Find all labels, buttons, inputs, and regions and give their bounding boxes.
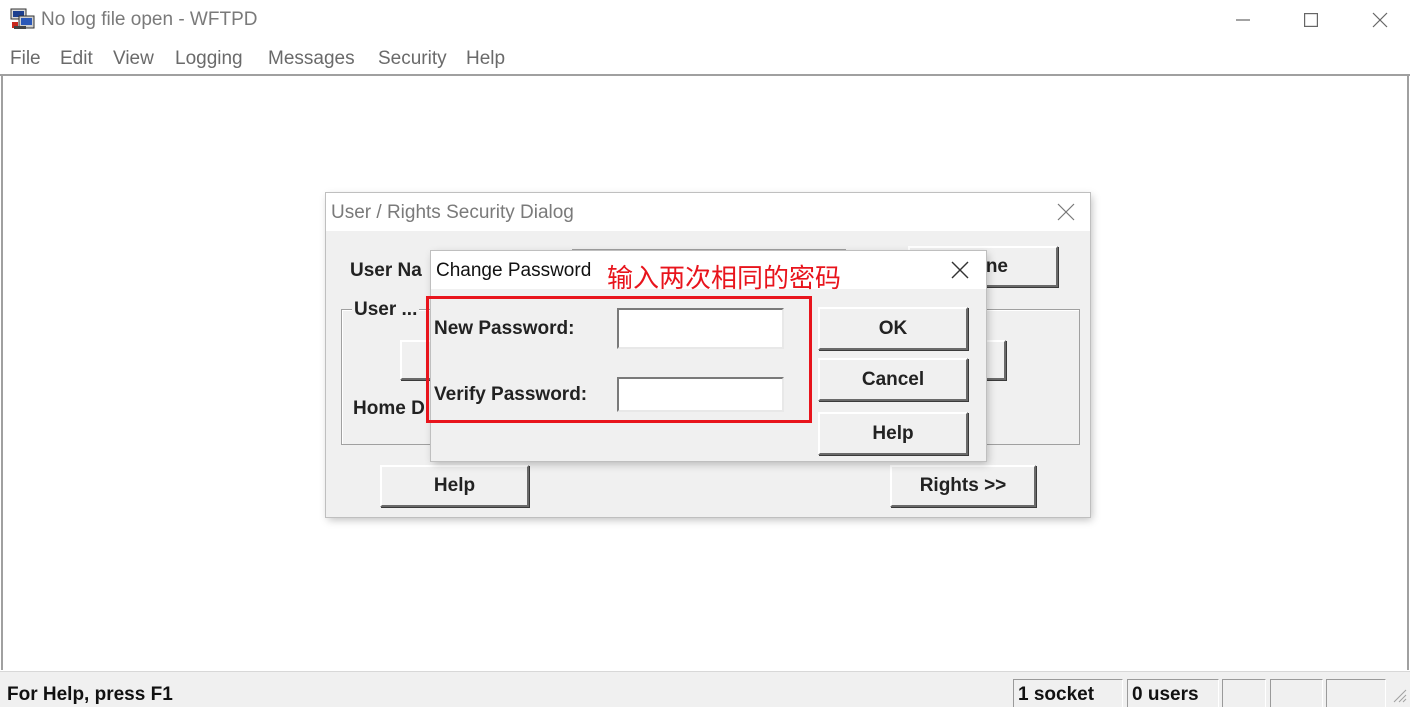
security-help-button-label: Help xyxy=(433,475,476,496)
menu-bar: File Edit View Logging Messages Security… xyxy=(0,40,1410,74)
cancel-button-label: Cancel xyxy=(861,368,925,390)
cancel-button[interactable]: Cancel xyxy=(818,358,968,401)
title-bar: No log file open - WFTPD xyxy=(0,0,1410,40)
home-directory-label: Home D xyxy=(353,398,425,419)
menu-security[interactable]: Security xyxy=(378,48,447,70)
close-icon xyxy=(1372,12,1388,28)
menu-help[interactable]: Help xyxy=(466,48,505,70)
status-pane-5 xyxy=(1326,679,1386,707)
change-password-title: Change Password xyxy=(436,260,592,281)
annotation-highlight-box xyxy=(426,296,812,423)
security-help-button[interactable]: Help xyxy=(380,465,529,507)
size-grip-icon[interactable] xyxy=(1391,687,1407,703)
annotation-text: 输入两次相同的密码 xyxy=(607,264,842,294)
rights-button-label: Rights >> xyxy=(919,475,1007,496)
rename-button-label: ne xyxy=(985,255,1008,277)
change-password-help-button[interactable]: Help xyxy=(818,412,968,455)
client-area-border-left xyxy=(1,76,3,670)
user-groupbox-title: User ... xyxy=(352,299,420,321)
minimize-button[interactable] xyxy=(1213,4,1273,36)
menu-edit[interactable]: Edit xyxy=(60,48,93,70)
menu-logging[interactable]: Logging xyxy=(175,48,243,70)
status-users-pane: 0 users xyxy=(1127,679,1219,707)
user-name-label: User Na xyxy=(350,260,422,281)
status-help-text: For Help, press F1 xyxy=(7,684,173,705)
security-dialog-title: User / Rights Security Dialog xyxy=(331,202,574,223)
change-password-help-button-label: Help xyxy=(872,422,914,444)
maximize-button[interactable] xyxy=(1281,4,1341,36)
rights-button[interactable]: Rights >> xyxy=(890,465,1036,507)
maximize-icon xyxy=(1304,13,1318,27)
close-button[interactable] xyxy=(1350,4,1410,36)
menu-view[interactable]: View xyxy=(113,48,154,70)
status-pane-4 xyxy=(1270,679,1323,707)
change-password-close-icon[interactable] xyxy=(951,261,969,279)
status-pane-3 xyxy=(1222,679,1266,707)
ok-button[interactable]: OK xyxy=(818,307,968,350)
ok-button-label: OK xyxy=(878,317,908,339)
status-sockets: 1 socket xyxy=(1018,684,1095,705)
security-dialog-close-icon[interactable] xyxy=(1057,203,1075,221)
window-title: No log file open - WFTPD xyxy=(41,9,258,30)
menu-messages[interactable]: Messages xyxy=(268,48,355,70)
status-users: 0 users xyxy=(1132,684,1199,705)
minimize-icon xyxy=(1236,19,1250,21)
security-dialog-titlebar: User / Rights Security Dialog xyxy=(326,193,1090,231)
status-sockets-pane: 1 socket xyxy=(1013,679,1123,707)
client-area-border-right xyxy=(1407,76,1409,670)
wftpd-app-icon xyxy=(10,8,35,29)
change-password-titlebar: Change Password 输入两次相同的密码 xyxy=(431,251,986,294)
client-area-border xyxy=(0,74,1410,76)
status-bar: For Help, press F1 1 socket 0 users xyxy=(0,671,1410,707)
menu-file[interactable]: File xyxy=(10,48,41,70)
